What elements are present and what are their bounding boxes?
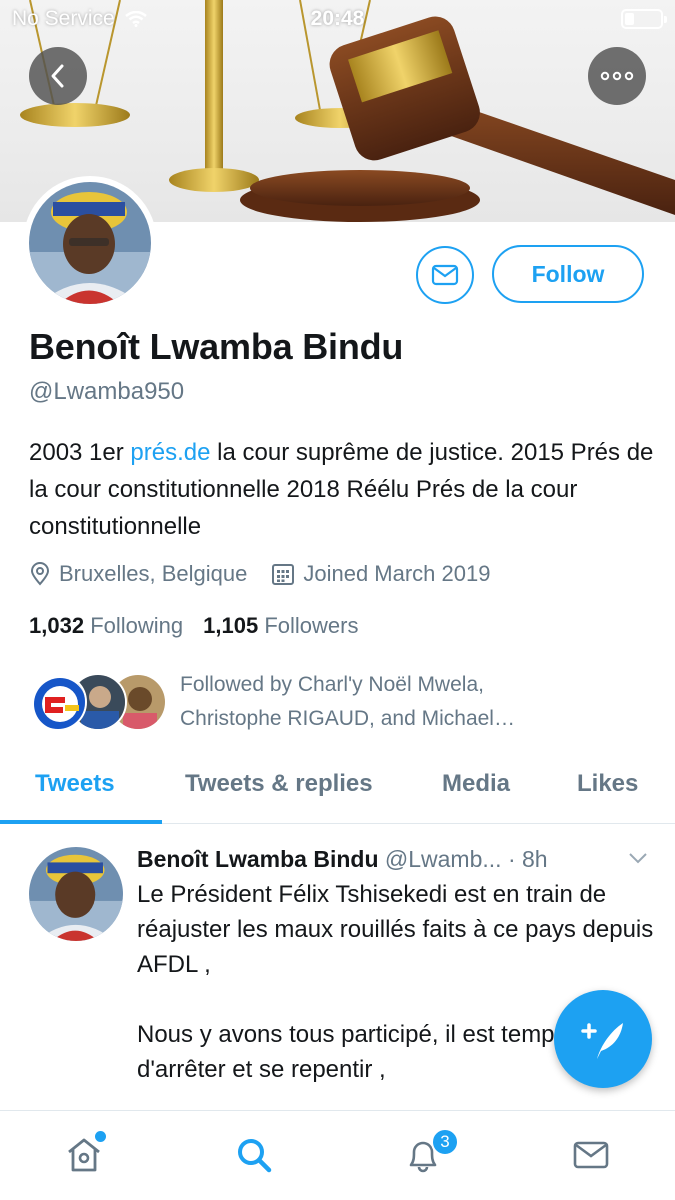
following-count-link[interactable]: 1,032 Following — [29, 613, 183, 639]
follow-button[interactable]: Follow — [492, 245, 644, 303]
profile-avatar-image — [29, 182, 151, 304]
tweet-author-handle[interactable]: @Lwamb... — [385, 846, 502, 872]
more-icon — [600, 71, 634, 81]
bio-link[interactable]: prés.de — [130, 439, 210, 466]
bio-text-start: 2003 1er — [29, 439, 131, 466]
clock: 20:48 — [310, 7, 365, 30]
followed-by-avatars[interactable] — [29, 673, 167, 733]
battery-level — [625, 13, 634, 25]
chevron-down-icon — [629, 853, 647, 864]
followers-label: Followers — [264, 613, 359, 638]
more-options-button[interactable] — [588, 47, 646, 105]
status-bar: No Service 20:48 — [0, 0, 675, 40]
location: Bruxelles, Belgique — [29, 561, 247, 587]
following-label: Following — [90, 613, 184, 638]
tweet-options-button[interactable] — [628, 851, 648, 870]
profile-name: Benoît Lwamba Bindu — [29, 326, 404, 367]
message-button[interactable] — [416, 246, 474, 304]
tweet-author-name[interactable]: Benoît Lwamba Bindu — [137, 846, 379, 872]
join-date: Joined March 2019 — [271, 561, 490, 587]
calendar-icon — [272, 564, 295, 585]
tab-likes[interactable]: Likes — [577, 770, 638, 798]
follower-avatar-1 — [29, 673, 87, 731]
location-pin-icon — [30, 562, 50, 586]
messages-icon — [573, 1141, 609, 1169]
tweet-author-avatar[interactable] — [29, 847, 123, 941]
followed-by-line-1: Followed by Charl'y Noël Mwela, — [180, 673, 484, 696]
nav-search[interactable] — [232, 1133, 276, 1177]
active-tab-indicator — [0, 820, 162, 824]
nav-messages[interactable] — [569, 1133, 613, 1177]
followed-by-text[interactable]: Followed by Charl'y Noël Mwela, Christop… — [180, 668, 650, 736]
following-count: 1,032 — [29, 613, 85, 638]
compose-feather-icon — [581, 1023, 623, 1059]
tweet-time: · 8h — [507, 846, 548, 872]
battery-icon — [621, 9, 667, 29]
compose-tweet-button[interactable] — [554, 990, 652, 1088]
search-icon — [238, 1139, 272, 1173]
home-new-indicator — [95, 1131, 106, 1142]
tab-tweets-replies[interactable]: Tweets & replies — [185, 770, 373, 798]
profile-avatar[interactable] — [23, 176, 157, 310]
tab-tweets[interactable]: Tweets — [35, 770, 115, 798]
tab-media[interactable]: Media — [442, 770, 510, 798]
followers-count-link[interactable]: 1,105 Followers — [203, 613, 358, 639]
followed-by-line-2: Christophe RIGAUD, and Michael… — [180, 707, 515, 730]
back-button[interactable] — [29, 47, 87, 105]
profile-tabs: Tweets Tweets & replies Media Likes — [0, 756, 675, 824]
location-text: Bruxelles, Belgique — [59, 561, 248, 586]
chevron-left-icon — [51, 64, 64, 88]
bottom-navigation — [0, 1110, 675, 1200]
follow-counts: 1,032 Following 1,105 Followers — [29, 613, 358, 639]
envelope-icon — [431, 264, 459, 286]
join-date-text: Joined March 2019 — [303, 561, 491, 586]
followers-count: 1,105 — [203, 613, 259, 638]
profile-handle: @Lwamba950 — [29, 378, 185, 405]
profile-bio: 2003 1er prés.de la cour suprême de just… — [29, 434, 659, 545]
notifications-badge: 3 — [431, 1128, 459, 1156]
profile-meta: Bruxelles, Belgique Joined March 2019 — [29, 561, 514, 587]
tweet-header: Benoît Lwamba Bindu @Lwamb... · 8h — [137, 846, 548, 873]
